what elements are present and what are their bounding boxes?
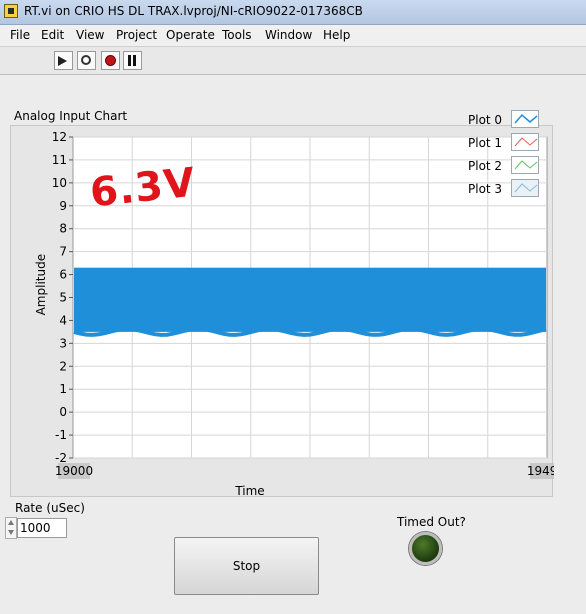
- run-button[interactable]: [54, 51, 73, 70]
- chart-label: Analog Input Chart: [14, 109, 128, 123]
- run-arrow-icon: [58, 56, 67, 66]
- y-tick-label: 8: [59, 222, 67, 236]
- y-axis-title: Amplitude: [34, 254, 48, 316]
- run-continuously-icon: [81, 55, 91, 65]
- legend-item-plot-1[interactable]: Plot 1: [460, 133, 540, 153]
- y-tick-label: 7: [59, 245, 67, 259]
- x-tick-label: 19000: [55, 464, 93, 478]
- y-tick-label: 2: [59, 359, 67, 373]
- y-tick-label: 6: [59, 268, 67, 282]
- window-title: RT.vi on CRIO HS DL TRAX.lvproj/NI-cRIO9…: [24, 4, 363, 18]
- menu-tools[interactable]: Tools: [222, 28, 252, 42]
- y-tick-label: 11: [52, 153, 67, 167]
- x-tick-label: 19499: [527, 464, 554, 478]
- y-tick-label: 0: [59, 405, 67, 419]
- y-tick-label: 12: [52, 130, 67, 144]
- legend-label: Plot 0: [468, 113, 503, 127]
- legend-item-plot-0[interactable]: Plot 0: [460, 110, 540, 130]
- menu-bar: File Edit View Project Operate Tools Win…: [0, 25, 586, 47]
- timed-out-label: Timed Out?: [397, 515, 466, 529]
- menu-edit[interactable]: Edit: [41, 28, 64, 42]
- legend-swatch-icon: [511, 179, 539, 197]
- increment-arrow-icon[interactable]: [8, 520, 14, 525]
- y-tick-label: 5: [59, 291, 67, 305]
- menu-project[interactable]: Project: [116, 28, 157, 42]
- labview-vi-icon: [4, 4, 18, 18]
- y-tick-label: 3: [59, 336, 67, 350]
- y-tick-label: 9: [59, 199, 67, 213]
- series-plot-0-band: [74, 267, 546, 332]
- y-tick-label: -1: [55, 428, 67, 442]
- x-axis-title: Time: [234, 484, 264, 498]
- menu-window[interactable]: Window: [265, 28, 312, 42]
- menu-operate[interactable]: Operate: [166, 28, 215, 42]
- rate-label: Rate (uSec): [15, 501, 85, 515]
- run-continuously-button[interactable]: [77, 51, 96, 70]
- rate-spinner[interactable]: [5, 517, 17, 539]
- timed-out-led-indicator: [409, 532, 442, 565]
- legend-item-plot-3[interactable]: Plot 3: [460, 179, 540, 199]
- legend-swatch-icon: [511, 156, 539, 174]
- menu-help[interactable]: Help: [323, 28, 350, 42]
- y-tick-label: 10: [52, 176, 67, 190]
- stop-button[interactable]: Stop: [174, 537, 319, 595]
- y-tick-label: -2: [55, 451, 67, 465]
- legend-label: Plot 1: [468, 136, 503, 150]
- legend-swatch-icon: [511, 133, 539, 151]
- decrement-arrow-icon[interactable]: [8, 530, 14, 535]
- legend-label: Plot 2: [468, 159, 503, 173]
- menu-view[interactable]: View: [76, 28, 104, 42]
- y-tick-label: 1: [59, 382, 67, 396]
- abort-icon: [105, 55, 116, 66]
- rate-input[interactable]: [17, 518, 67, 538]
- toolbar: [0, 47, 586, 75]
- legend-label: Plot 3: [468, 182, 503, 196]
- pause-icon: [128, 55, 131, 66]
- title-bar: RT.vi on CRIO HS DL TRAX.lvproj/NI-cRIO9…: [0, 0, 586, 25]
- pause-button[interactable]: [123, 51, 142, 70]
- menu-file[interactable]: File: [10, 28, 30, 42]
- y-tick-label: 4: [59, 313, 67, 327]
- abort-button[interactable]: [101, 51, 120, 70]
- legend-item-plot-2[interactable]: Plot 2: [460, 156, 540, 176]
- legend-swatch-icon: [511, 110, 539, 128]
